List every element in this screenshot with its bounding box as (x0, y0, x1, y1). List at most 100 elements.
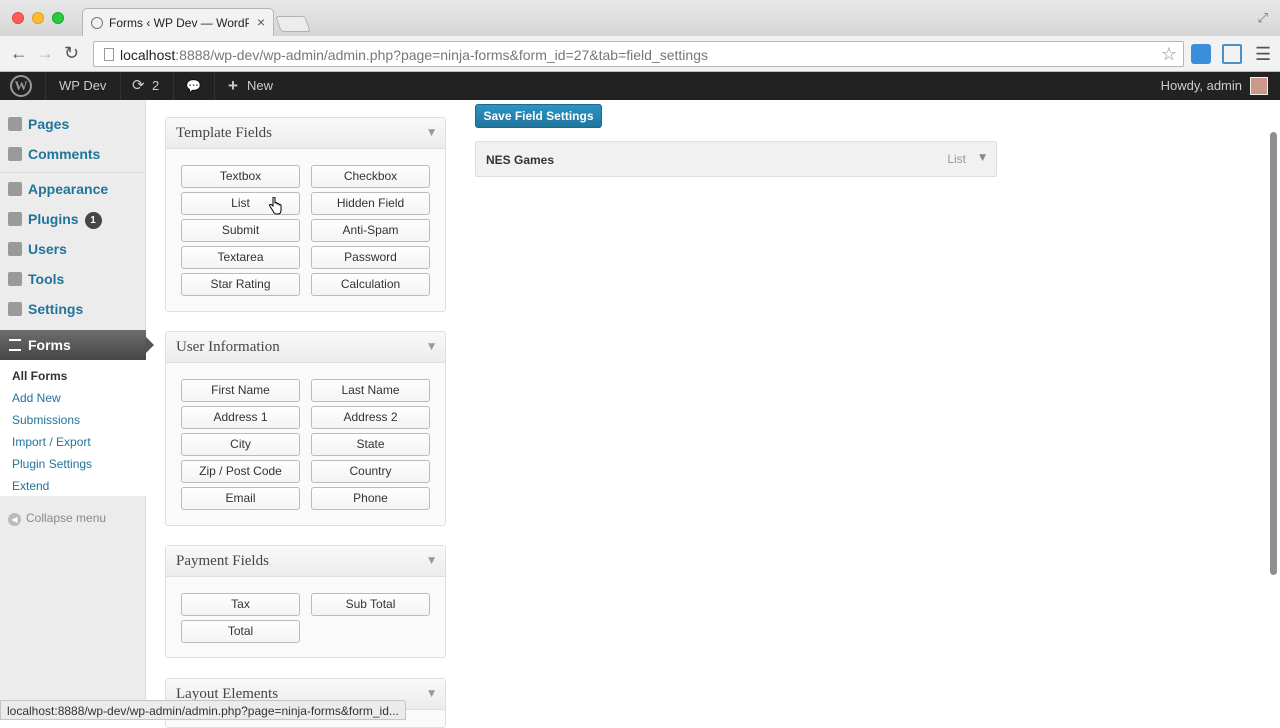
page-scrollbar[interactable] (1268, 100, 1280, 720)
add-city-button[interactable]: City (181, 433, 300, 456)
sidebar-item-users[interactable]: Users (0, 234, 146, 264)
updates-count[interactable]: 2 (152, 72, 159, 100)
zoom-window-button[interactable] (52, 12, 64, 24)
submenu-import-export[interactable]: Import / Export (12, 435, 91, 449)
expand-field-icon[interactable]: ▼ (979, 153, 986, 163)
pages-icon (8, 117, 22, 131)
submenu-all-forms[interactable]: All Forms (12, 369, 67, 383)
updates-icon[interactable]: ⟳ (132, 72, 145, 100)
add-address-2-button[interactable]: Address 2 (311, 406, 430, 429)
back-icon[interactable]: ← (10, 43, 28, 63)
template-fields-box: Template Fields ▼ Textbox Checkbox List H… (165, 117, 446, 312)
add-star-rating-button[interactable]: Star Rating (181, 273, 300, 296)
add-list-button[interactable]: List (181, 192, 300, 215)
add-sub-total-button[interactable]: Sub Total (311, 593, 430, 616)
wordpress-logo-glyph: W (10, 75, 32, 97)
add-address-1-button[interactable]: Address 1 (181, 406, 300, 429)
users-icon (8, 242, 22, 256)
collapse-menu-button[interactable]: ◀ Collapse menu (8, 511, 106, 526)
box-title: User Information (176, 339, 280, 355)
add-phone-button[interactable]: Phone (311, 487, 430, 510)
box-title: Template Fields (176, 125, 273, 141)
submenu-add-new[interactable]: Add New (12, 391, 61, 405)
howdy-account-link[interactable]: Howdy, admin (1161, 72, 1242, 100)
submenu-extend[interactable]: Extend (12, 479, 49, 493)
collapse-menu-label: Collapse menu (26, 511, 107, 525)
sidebar-item-label: Users (28, 241, 67, 257)
add-email-button[interactable]: Email (181, 487, 300, 510)
add-password-button[interactable]: Password (311, 246, 430, 269)
forward-icon[interactable]: → (36, 43, 54, 63)
add-hidden-field-button[interactable]: Hidden Field (311, 192, 430, 215)
add-anti-spam-button[interactable]: Anti-Spam (311, 219, 430, 242)
sidebar-item-label: Settings (28, 301, 84, 317)
link-status-bar: localhost:8888/wp-dev/wp-admin/admin.php… (0, 700, 406, 720)
add-textarea-button[interactable]: Textarea (181, 246, 300, 269)
minimize-window-button[interactable] (32, 12, 44, 24)
user-information-header[interactable]: User Information ▼ (166, 332, 445, 363)
toggle-arrow-icon[interactable]: ▼ (428, 118, 435, 149)
add-submit-button[interactable]: Submit (181, 219, 300, 242)
hand-cursor-icon (268, 197, 282, 215)
sidebar-item-comments[interactable]: Comments (0, 139, 146, 169)
add-new-icon[interactable]: + (228, 72, 238, 100)
sidebar-item-settings[interactable]: Settings (0, 294, 146, 324)
bookmark-star-icon[interactable]: ☆ (1161, 44, 1177, 65)
browser-tabbar: Forms ‹ WP Dev — WordPress × ⤢ (0, 0, 1280, 36)
sidebar-item-pages[interactable]: Pages (0, 109, 146, 139)
add-state-button[interactable]: State (311, 433, 430, 456)
toggle-arrow-icon[interactable]: ▼ (428, 679, 435, 710)
tools-icon (8, 272, 22, 286)
new-content-link[interactable]: New (247, 72, 273, 100)
adminbar-divider (45, 72, 46, 100)
adminbar-divider (120, 72, 121, 100)
add-last-name-button[interactable]: Last Name (311, 379, 430, 402)
address-bar[interactable]: localhost:8888/wp-dev/wp-admin/admin.php… (93, 41, 1184, 67)
add-tax-button[interactable]: Tax (181, 593, 300, 616)
browser-menu-icon[interactable]: ☰ (1255, 44, 1271, 65)
browser-tab[interactable]: Forms ‹ WP Dev — WordPress × (82, 8, 274, 36)
appearance-icon (8, 182, 22, 196)
url-host: localhost (120, 47, 176, 63)
tab-close-icon[interactable]: × (257, 14, 265, 30)
add-first-name-button[interactable]: First Name (181, 379, 300, 402)
toggle-arrow-icon[interactable]: ▼ (428, 332, 435, 363)
wp-admin-bar: W WP Dev ⟳ 2 💬 + New Howdy, admin (0, 72, 1280, 100)
avatar[interactable] (1250, 77, 1268, 95)
add-textbox-button[interactable]: Textbox (181, 165, 300, 188)
sidebar-item-label: Appearance (28, 181, 109, 197)
site-name-link[interactable]: WP Dev (59, 72, 106, 100)
plugins-icon (8, 212, 22, 226)
sidebar-item-appearance[interactable]: Appearance (0, 174, 146, 204)
field-type: List (947, 152, 966, 166)
add-country-button[interactable]: Country (311, 460, 430, 483)
sidebar-item-label: Pages (28, 116, 70, 132)
reload-icon[interactable]: ↻ (64, 43, 79, 63)
payment-fields-header[interactable]: Payment Fields ▼ (166, 546, 445, 577)
comments-icon[interactable]: 💬 (186, 72, 201, 100)
form-field-item[interactable]: NES Games List ▼ (475, 141, 997, 177)
extension-icon[interactable] (1191, 44, 1211, 64)
scrollbar-thumb[interactable] (1270, 132, 1277, 575)
add-total-button[interactable]: Total (181, 620, 300, 643)
template-fields-header[interactable]: Template Fields ▼ (166, 118, 445, 149)
forms-submenu: All Forms Add New Submissions Import / E… (0, 360, 146, 496)
sidebar-item-plugins[interactable]: Plugins 1 (0, 204, 146, 234)
screenshot-extension-icon[interactable] (1222, 44, 1242, 64)
sidebar-item-tools[interactable]: Tools (0, 264, 146, 294)
add-checkbox-button[interactable]: Checkbox (311, 165, 430, 188)
toggle-arrow-icon[interactable]: ▼ (428, 546, 435, 577)
wordpress-logo-icon[interactable]: W (10, 72, 34, 100)
add-calculation-button[interactable]: Calculation (311, 273, 430, 296)
url-text[interactable]: localhost:8888/wp-dev/wp-admin/admin.php… (120, 47, 708, 63)
add-zip-code-button[interactable]: Zip / Post Code (181, 460, 300, 483)
fullscreen-icon[interactable]: ⤢ (1258, 10, 1268, 26)
sidebar-item-forms[interactable]: Forms (0, 330, 154, 360)
submenu-plugin-settings[interactable]: Plugin Settings (12, 457, 92, 471)
box-title: Payment Fields (176, 553, 269, 569)
plugins-update-badge: 1 (84, 211, 102, 229)
new-tab-button[interactable] (275, 16, 311, 32)
save-field-settings-button[interactable]: Save Field Settings (475, 104, 602, 128)
submenu-submissions[interactable]: Submissions (12, 413, 80, 427)
close-window-button[interactable] (12, 12, 24, 24)
